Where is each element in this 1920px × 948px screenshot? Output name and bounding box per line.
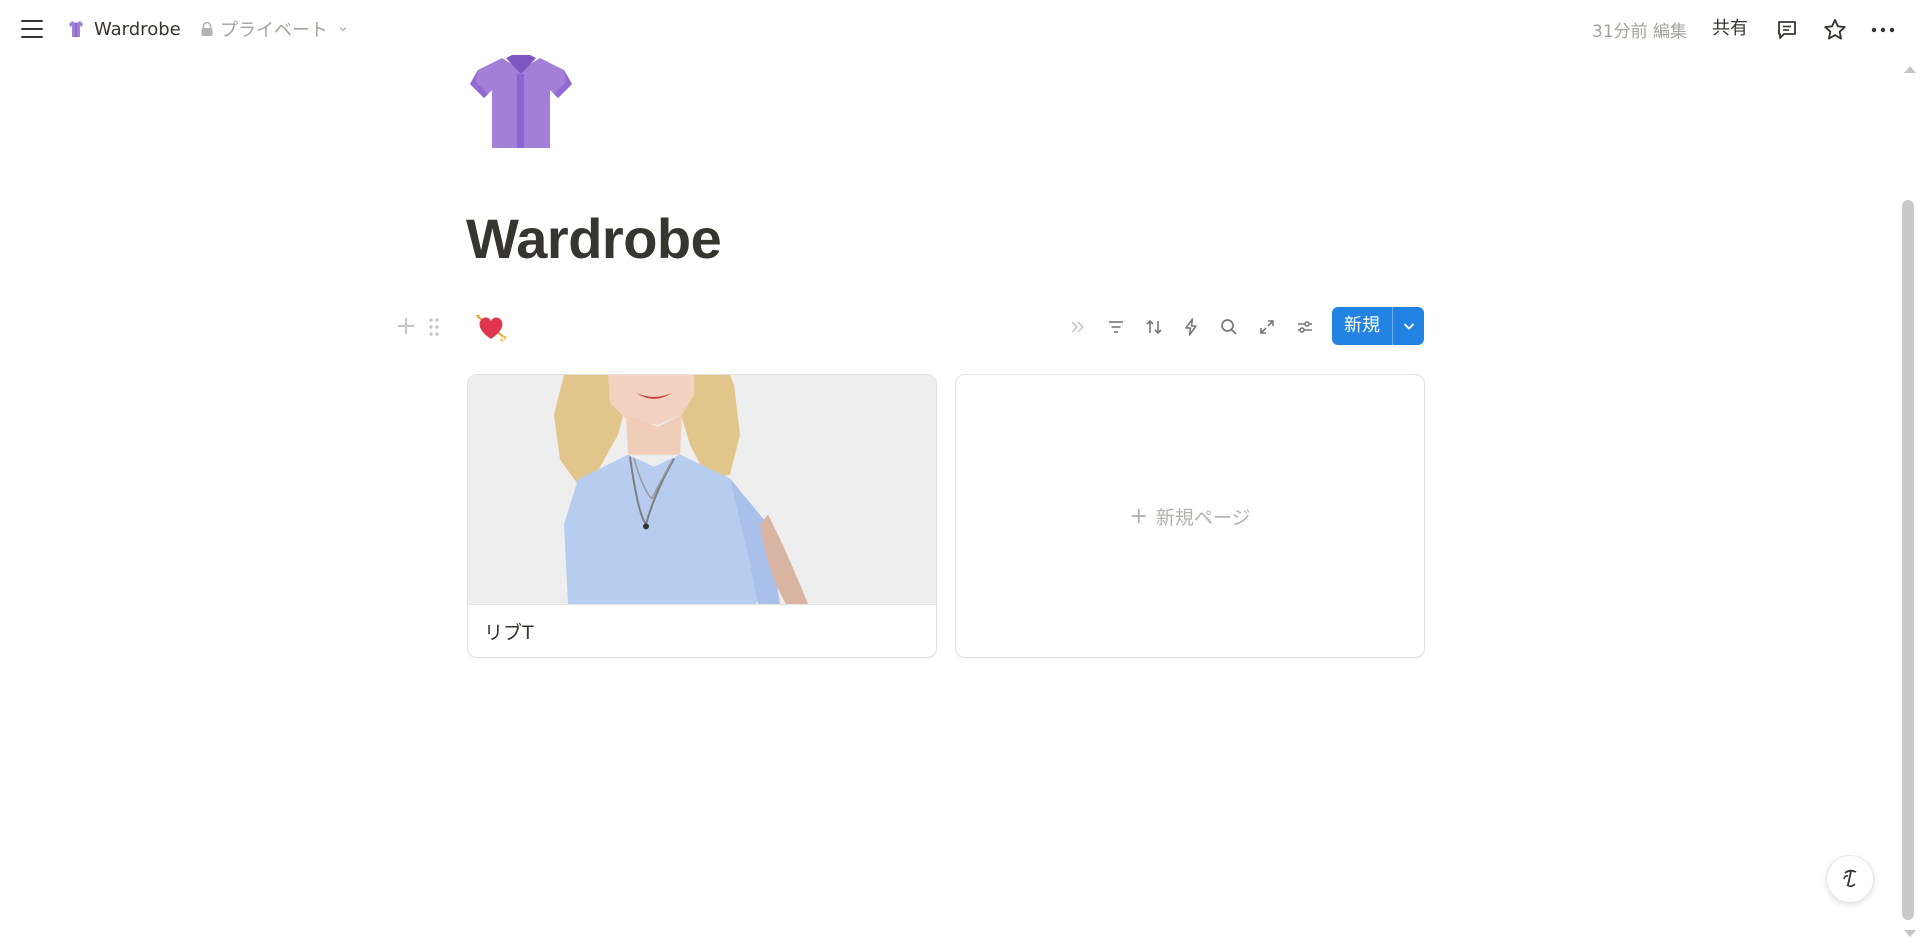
drag-handle-icon[interactable]	[426, 316, 442, 338]
notion-ai-face-icon	[1843, 869, 1857, 888]
last-edited-label: 31分前 編集	[1592, 22, 1688, 42]
add-block-icon[interactable]: +	[394, 313, 418, 339]
filter-icon[interactable]	[1101, 312, 1131, 342]
heart-with-arrow-icon[interactable]	[474, 310, 508, 344]
new-page-card[interactable]: + 新規ページ	[955, 374, 1425, 658]
breadcrumb-title: Wardrobe	[94, 18, 181, 40]
new-button-group: 新規	[1332, 307, 1424, 345]
gallery-card[interactable]: リブT	[467, 374, 937, 658]
page-title[interactable]: Wardrobe	[466, 206, 722, 271]
view-settings-icon[interactable]	[1290, 312, 1320, 342]
new-page-label: 新規ページ	[1155, 506, 1251, 529]
chevron-down-icon	[339, 27, 347, 32]
search-icon[interactable]	[1214, 312, 1244, 342]
breadcrumb[interactable]: Wardrobe	[66, 15, 181, 43]
sort-icon[interactable]	[1139, 312, 1169, 342]
star-icon[interactable]	[1820, 15, 1850, 45]
privacy-label: プライベート	[220, 20, 328, 41]
sidebar-menu-icon[interactable]	[18, 17, 48, 43]
scroll-down-arrow-icon[interactable]	[1904, 930, 1916, 937]
comment-icon[interactable]	[1772, 15, 1802, 45]
new-page-placeholder: + 新規ページ	[956, 375, 1424, 657]
privacy-selector[interactable]: プライベート	[200, 15, 348, 43]
scrollbar-thumb[interactable]	[1902, 200, 1914, 920]
open-fullpage-icon[interactable]	[1252, 312, 1282, 342]
plus-icon: +	[1129, 503, 1148, 529]
new-dropdown-chevron-icon[interactable]	[1393, 307, 1424, 345]
scroll-up-arrow-icon[interactable]	[1904, 66, 1916, 73]
card-cover-image	[468, 375, 936, 605]
lightning-icon[interactable]	[1176, 312, 1206, 342]
lock-icon	[201, 21, 213, 36]
blouse-icon[interactable]	[466, 52, 576, 156]
more-options-icon[interactable]	[1868, 15, 1898, 45]
share-button[interactable]: 共有	[1712, 15, 1748, 43]
new-button[interactable]: 新規	[1332, 307, 1392, 345]
help-button[interactable]	[1826, 855, 1874, 903]
double-chevron-icon[interactable]	[1063, 312, 1093, 342]
top-bar: Wardrobe プライベート 31分前 編集 共有	[0, 0, 1920, 58]
blouse-icon	[69, 21, 83, 37]
card-title: リブT	[484, 622, 534, 644]
